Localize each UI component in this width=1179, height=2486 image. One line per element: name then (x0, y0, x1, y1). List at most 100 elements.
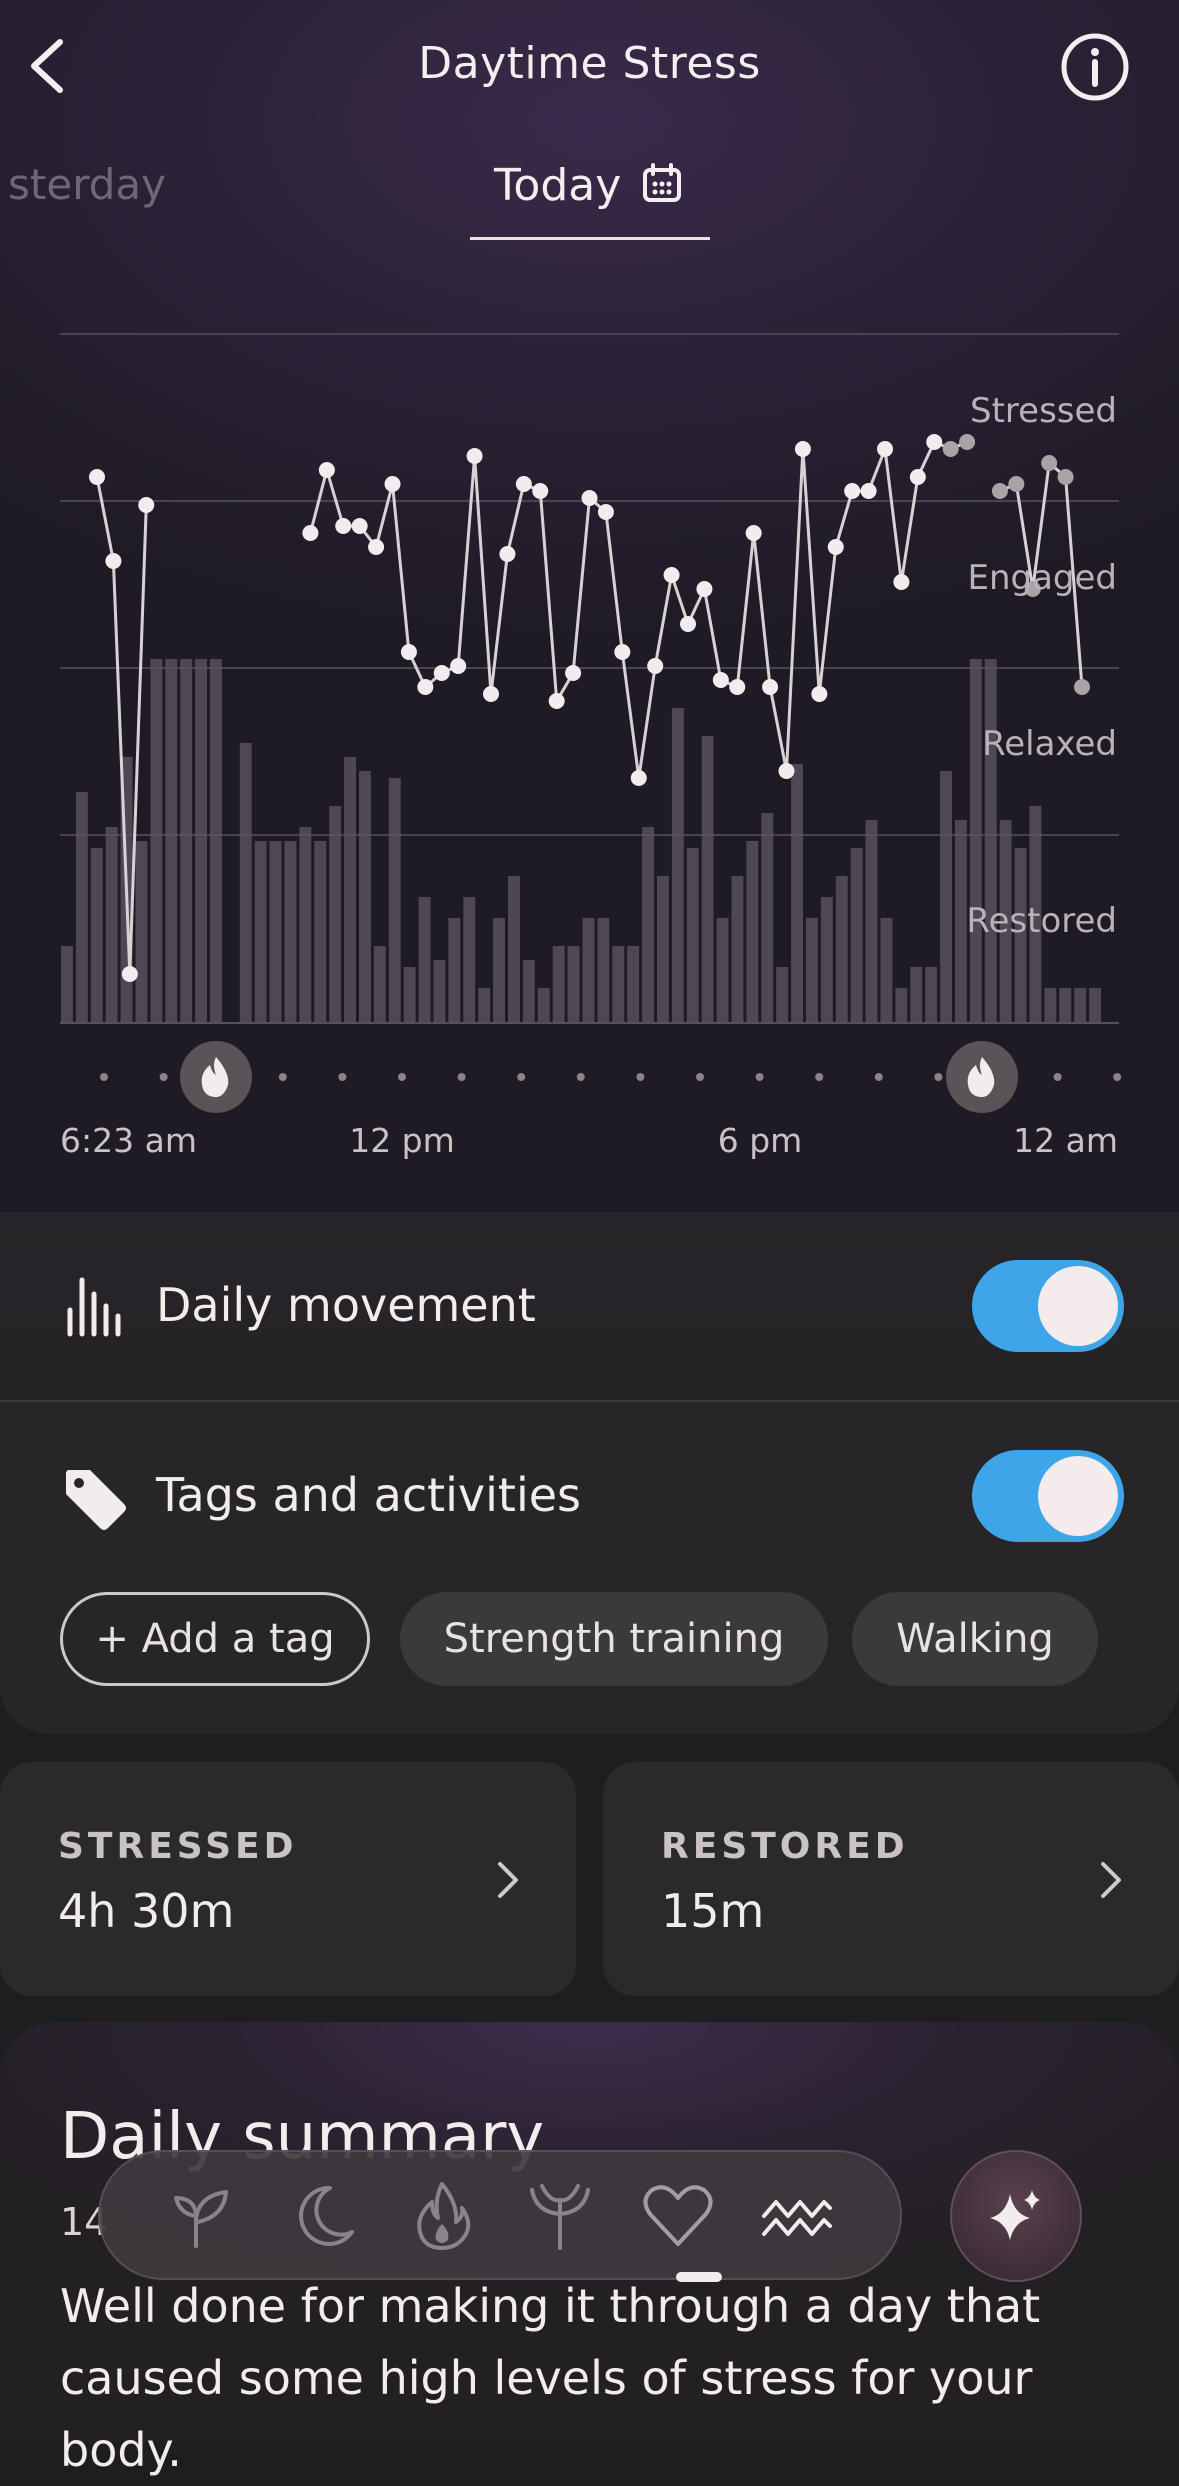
stress-point (991, 483, 1008, 499)
stress-point (827, 539, 844, 555)
stress-point (1041, 455, 1058, 471)
stress-point (532, 483, 549, 499)
movement-bar (344, 757, 356, 1023)
movement-bar (463, 897, 476, 1023)
page-title: Daytime Stress (418, 38, 761, 89)
y-level-label: Restored (966, 901, 1117, 941)
stress-point (597, 504, 614, 520)
tab-today[interactable]: Today (470, 150, 710, 240)
movement-bar (90, 848, 103, 1023)
info-icon (1061, 33, 1129, 101)
restored-stat-card[interactable]: RESTORED 15m (603, 1762, 1179, 1996)
stress-point (959, 434, 976, 450)
restored-stat-value: 15m (661, 1884, 765, 1938)
movement-bar (552, 946, 565, 1023)
movement-bar (731, 876, 744, 1023)
stress-point (1057, 469, 1074, 485)
stress-point (614, 644, 631, 660)
movement-bar (448, 918, 461, 1023)
movement-bar (522, 960, 535, 1023)
movement-bar (880, 918, 893, 1023)
ai-assistant-button[interactable] (950, 2150, 1082, 2282)
stress-point (351, 518, 368, 534)
stress-point (450, 658, 467, 674)
tab-yesterday[interactable]: sterday (8, 160, 166, 209)
stress-point (318, 462, 335, 478)
stress-point (762, 679, 779, 695)
chevron-right-icon (1101, 1862, 1121, 1898)
stress-point (483, 686, 499, 702)
daily-movement-label: Daily movement (156, 1278, 536, 1332)
tag-chip-strength-training[interactable]: Strength training (400, 1592, 828, 1686)
movement-bar (150, 659, 163, 1023)
time-dot (398, 1073, 406, 1081)
stress-point (138, 497, 155, 513)
tags-label: Tags and activities (156, 1468, 582, 1522)
movement-bar (746, 841, 759, 1023)
stressed-stat-card[interactable]: STRESSED 4h 30m (0, 1762, 576, 1996)
stress-point (335, 518, 352, 534)
stress-point (926, 434, 943, 450)
movement-bar (582, 918, 595, 1023)
add-tag-button[interactable]: + Add a tag (60, 1592, 370, 1686)
tag-icon (66, 1470, 126, 1530)
stress-point (515, 476, 532, 492)
movement-bar (984, 659, 997, 1023)
stress-point (893, 574, 910, 590)
stress-point (877, 441, 893, 457)
info-button[interactable] (1060, 32, 1130, 102)
time-dot (576, 1073, 585, 1081)
time-dot (278, 1073, 287, 1081)
stress-point (745, 525, 762, 541)
movement-bar (403, 967, 416, 1023)
movement-bar (418, 897, 431, 1023)
daily-movement-toggle[interactable] (972, 1260, 1124, 1352)
movement-bar (850, 848, 863, 1023)
movement-bar (329, 806, 342, 1023)
chevron-right-icon (498, 1862, 518, 1898)
waves-icon[interactable] (756, 2176, 836, 2256)
movement-bar (1089, 988, 1101, 1023)
stress-point (909, 469, 926, 485)
time-dot (815, 1073, 824, 1081)
time-dot (338, 1073, 347, 1081)
movement-bar (940, 771, 952, 1023)
stress-point (942, 441, 959, 457)
stress-point (89, 469, 105, 485)
movement-bar (269, 841, 282, 1023)
movement-bar (627, 946, 640, 1023)
time-dot (696, 1073, 704, 1081)
movement-bar (105, 827, 118, 1023)
moon-icon[interactable] (284, 2176, 364, 2256)
daily-movement-row: Daily movement (0, 1212, 1179, 1400)
heart-icon[interactable] (638, 2176, 718, 2256)
movement-bar (254, 841, 267, 1023)
flame-icon[interactable] (402, 2176, 482, 2256)
nav-active-indicator (676, 2272, 722, 2282)
stress-point (712, 672, 729, 688)
restored-stat-label: RESTORED (661, 1826, 909, 1867)
cycle-icon[interactable] (520, 2176, 600, 2256)
time-dot (1113, 1073, 1122, 1081)
sprout-icon[interactable] (164, 2176, 244, 2256)
summary-text: Well done for making it through a day th… (60, 2279, 1041, 2477)
time-dot (636, 1073, 645, 1081)
movement-bar (508, 876, 520, 1023)
movement-bar (1059, 988, 1072, 1023)
movement-bar (865, 820, 878, 1023)
movement-bar (1044, 988, 1057, 1023)
time-dot (159, 1073, 168, 1081)
stress-point (400, 644, 417, 660)
movement-bar (612, 946, 625, 1023)
movement-bar (969, 659, 982, 1023)
stress-point (794, 441, 811, 457)
tag-chip-walking[interactable]: Walking (852, 1592, 1098, 1686)
stress-point (860, 483, 877, 499)
sparkle-icon (990, 2190, 1040, 2240)
y-level-label: Relaxed (982, 724, 1117, 764)
movement-bar (373, 946, 386, 1023)
tags-toggle[interactable] (972, 1450, 1124, 1542)
tab-today-label: Today (494, 160, 622, 211)
movement-bar (299, 827, 312, 1023)
movement-bar (180, 659, 193, 1023)
